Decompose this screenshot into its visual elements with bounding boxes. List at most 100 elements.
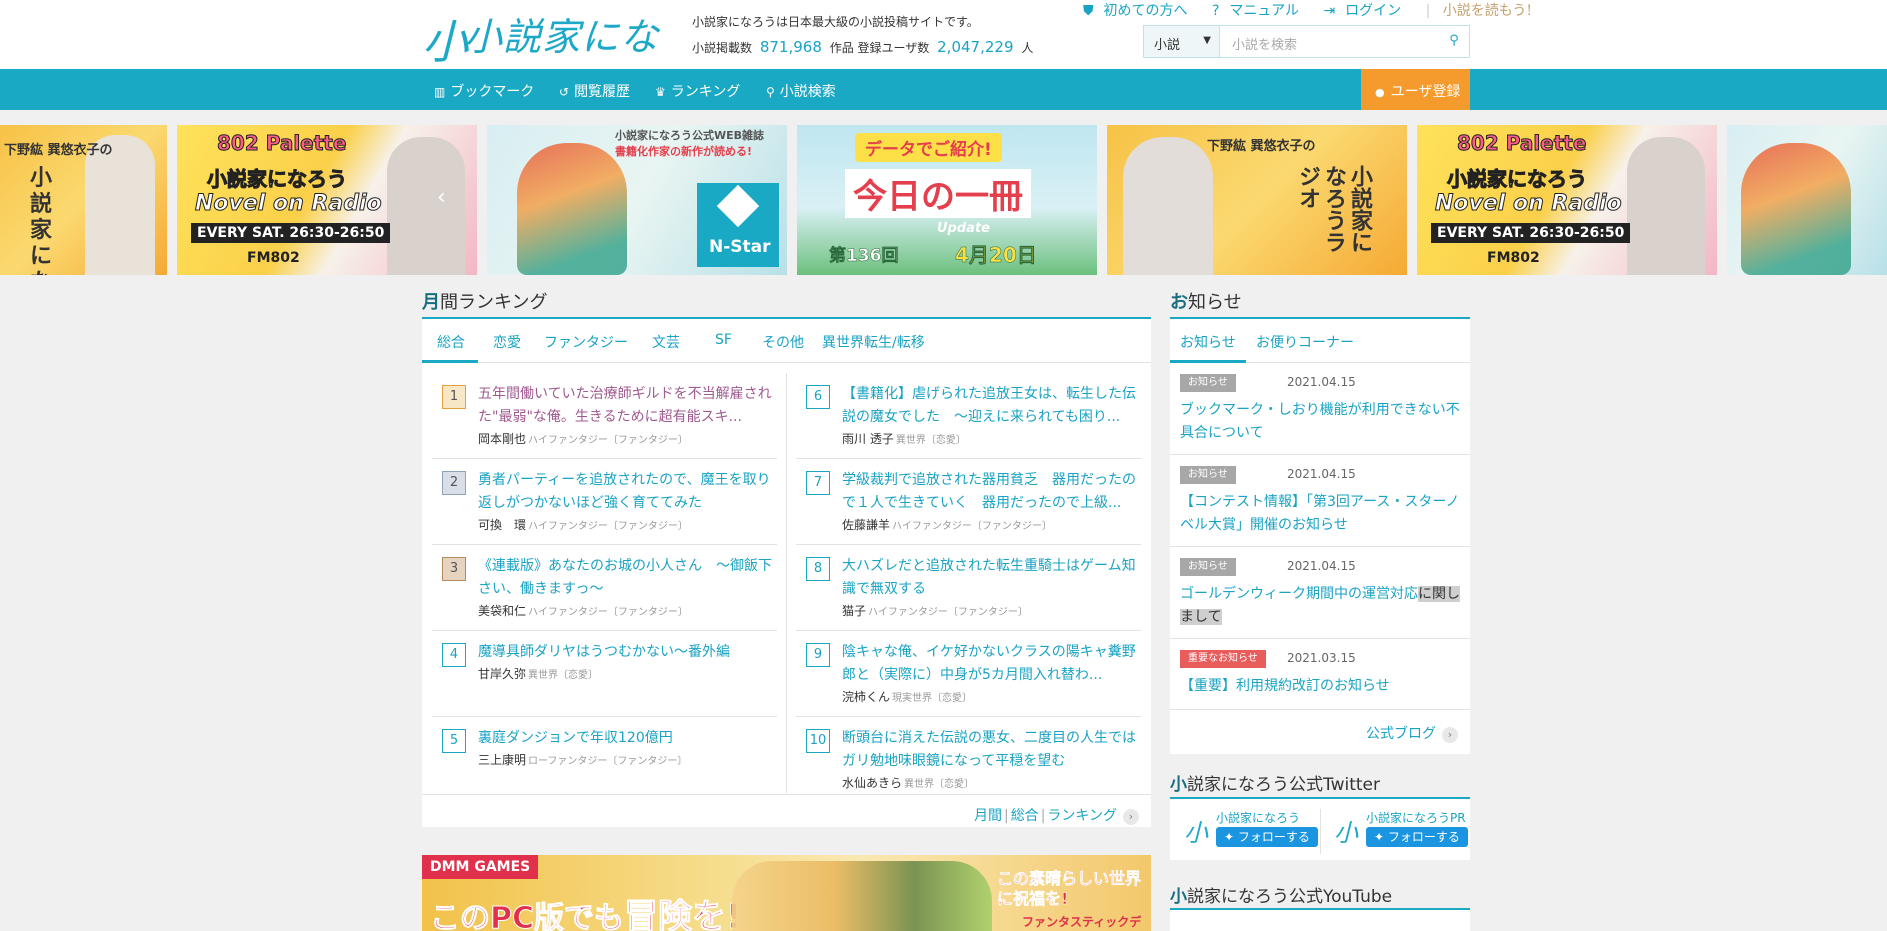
notice-title[interactable]: 【コンテスト情報】「第3回アース・スターノベル大賞」開催のお知らせ [1180,491,1465,537]
tab-other[interactable]: その他 [762,332,804,352]
ranking-item-title[interactable]: 陰キャな俺、イケ好かないクラスの陽キャ糞野郎と（実際に）中身が5カ月間入れ替わ.… [842,641,1142,687]
banner-brand: 802 Palette [1456,131,1587,156]
notice-item: 重要なお知らせ 2021.03.15 【重要】利用規約改訂のお知らせ [1170,639,1470,710]
twitter-account-name[interactable]: 小説家になろうPR [1366,809,1466,826]
banner-character [517,143,627,275]
ranking-heading-accent: 月 [422,292,440,313]
youtube-heading-accent: 小 [1170,887,1187,907]
banner-title: 小説家になろう [1447,167,1588,192]
ranking-more-label: ランキング [1047,808,1117,824]
tab-isekai[interactable]: 異世界転生/転移 [822,332,925,352]
tab-notices[interactable]: お知らせ [1180,332,1236,352]
ranking-item-title[interactable]: 学級裁判で追放された器用貧乏 器用だったので１人で生きていく 器用だったので上級… [842,469,1142,515]
tab-overall[interactable]: 総合 [437,332,465,352]
notice-title[interactable]: 【重要】利用規約改訂のお知らせ [1180,675,1465,698]
ranking-item-author[interactable]: 猫子 [842,604,866,618]
manual-link-label: マニュアル [1229,3,1299,19]
register-button[interactable]: ● ユーザ登録 [1361,69,1470,110]
ranking-item-title[interactable]: 五年間働いていた治療師ギルドを不当解雇された"最弱"な俺。生きるために超有能スキ… [478,383,778,429]
notice-title[interactable]: ゴールデンウィーク期間中の運営対応に関し まして [1180,583,1465,629]
ad-game-subtitle: ファンタスティックデイズ [1022,915,1142,929]
banner-today-update: Update [937,221,990,236]
read-site-link[interactable]: 小説を読もう! [1443,3,1532,19]
site-description: 小説家になろうは日本最大級の小説投稿サイトです。 [692,15,979,29]
nav-bookmark[interactable]: ▥ ブックマーク [434,81,534,101]
ranking-item-title[interactable]: 裏庭ダンジョンで年収120億円 [478,727,778,750]
ranking-item-author[interactable]: 浣柿くん [842,690,890,704]
ranking-heading-rest: 間ランキング [440,292,548,313]
youtube-heading: 小説家になろう公式YouTube [1170,882,1392,907]
banner-radio-title: 小説家になろうラジオ [1295,165,1373,253]
narou-logo-icon: 小 [1184,819,1208,847]
ad-headline-1: このPC版でも [429,901,625,931]
dmm-games-ad[interactable]: DMM GAMES このPC版でも冒険を! この素晴らしい世界に祝福を! ファン… [422,855,1151,931]
notice-badge: お知らせ [1180,558,1236,576]
banner-nstar-brand: N-Star [709,237,771,257]
ranking-item-title[interactable]: 大ハズレだと追放された転生重騎士はゲーム知識で無双する [842,555,1142,601]
search-icon[interactable]: ⚲ [1439,26,1469,57]
site-logo[interactable]: 小 小説家になろう [422,2,680,114]
search-category-select[interactable]: 小説 ▼ [1144,26,1220,57]
manual-link[interactable]: ? マニュアル [1212,3,1309,19]
notice-badge: お知らせ [1180,374,1236,392]
twitter-bird-icon: ✦ [1374,830,1388,844]
tab-literature[interactable]: 文芸 [652,332,680,352]
tab-romance[interactable]: 恋愛 [493,332,521,352]
tab-fantasy[interactable]: ファンタジー [544,332,628,352]
notice-date: 2021.04.15 [1287,375,1356,389]
ranking-item-author[interactable]: 甘岸久弥 [478,667,526,681]
ranking-item: 9 陰キャな俺、イケ好かないクラスの陽キャ糞野郎と（実際に）中身が5カ月間入れ替… [796,631,1141,717]
carousel-prev-icon[interactable]: ‹ [437,185,459,215]
login-link[interactable]: ⇥ ログイン [1323,3,1411,19]
ranking-item: 8 大ハズレだと追放された転生重騎士はゲーム知識で無双する 猫子 ハイファンタジー… [796,545,1141,631]
ranking-item-author[interactable]: 可換 環 [478,518,526,532]
beginner-link[interactable]: ⛊ 初めての方へ [1083,3,1198,19]
twitter-follow-button[interactable]: ✦ フォローする [1366,827,1468,847]
ranking-item-author[interactable]: 岡本剛也 [478,432,526,446]
separator: | [1040,808,1046,824]
twitter-heading-accent: 小 [1170,775,1187,795]
banner-photo [1123,137,1213,275]
ranking-divider [786,373,787,793]
official-blog-link[interactable]: 公式ブログ › [1366,723,1458,743]
ranking-item-title[interactable]: 勇者パーティーを追放されたので、魔王を取り返しがつかないほど強く育ててみた [478,469,778,515]
ranking-item-title[interactable]: 《連載版》あなたのお城の小人さん ～御飯下さい、働きますっ～ [478,555,778,601]
ranking-item-author[interactable]: 三上康明 [478,753,526,767]
active-tab-indicator [422,360,478,363]
twitter-account-name[interactable]: 小説家になろう [1216,809,1300,826]
banner-novel-on-radio[interactable]: 802 Palette 小説家になろう Novel on Radio EVERY… [177,125,477,275]
banner-novel-on-radio-2[interactable]: 802 Palette 小説家になろう Novel on Radio EVERY… [1417,125,1717,275]
tab-letters[interactable]: お便りコーナー [1256,332,1354,352]
rank-number: 9 [806,643,830,667]
banner-nstar-partial[interactable] [1727,125,1887,275]
ranking-item-author[interactable]: 美袋和仁 [478,604,526,618]
notice-title-highlight: まして [1180,609,1222,625]
separator: | [1003,808,1009,824]
ranking-item: 1 五年間働いていた治療師ギルドを不当解雇された"最弱"な俺。生きるために超有能… [432,373,777,459]
notice-title[interactable]: ブックマーク・しおり機能が利用できない不具合について [1180,399,1465,445]
notices-heading-accent: お [1170,292,1188,313]
ranking-item-title[interactable]: 【書籍化】虐げられた追放王女は、転生した伝説の魔女でした ～迎えに来られても困り… [842,383,1142,429]
ranking-more-link[interactable]: 月間 | 総合 | ランキング › [974,805,1139,825]
nav-search-label: 小説検索 [779,84,836,100]
rank-number: 4 [442,643,466,667]
ranking-heading: 月間ランキング [422,288,547,314]
search-input[interactable]: 小説を検索 [1220,26,1439,57]
ranking-item: 5 裏庭ダンジョンで年収120億円 三上康明 ローファンタジー〔ファンタジー〕 [432,717,777,803]
ranking-item-title[interactable]: 断頭台に消えた伝説の悪女、二度目の人生ではガリ勉地味眼鏡になって平穏を望む [842,727,1142,773]
banner-nstar[interactable]: 小説家になろう公式WEB雑誌 書籍化作家の新作が読める! N-Star [487,125,787,275]
ranking-item-author[interactable]: 雨川 透子 [842,432,894,446]
banner-radio[interactable]: 下野紘 巽悠衣子の 小説家になろうラジオ [1107,125,1407,275]
twitter-follow-button[interactable]: ✦ フォローする [1216,827,1318,847]
nav-history[interactable]: ↺ 閲覧履歴 [559,81,630,101]
ranking-item-author[interactable]: 佐藤謙羊 [842,518,890,532]
tab-sf[interactable]: SF [715,332,732,348]
nav-search[interactable]: ⚲ 小説検索 [766,81,836,101]
ranking-item-author[interactable]: 水仙あきら [842,776,902,790]
banner-todays-book[interactable]: データでご紹介! 今日の一冊 Update 第136回 4月20日 [797,125,1097,275]
banner-radio-partial[interactable]: 下野紘 巽悠衣子の 小説家になろうラジオ [0,125,167,275]
ranking-item-meta: 浣柿くん 現実世界〔恋愛〕 [842,688,972,705]
nav-ranking[interactable]: ♛ ランキング [655,81,740,101]
ranking-item-title[interactable]: 魔導具師ダリヤはうつむかない～番外編 [478,641,778,664]
official-blog-label: 公式ブログ [1366,726,1436,742]
